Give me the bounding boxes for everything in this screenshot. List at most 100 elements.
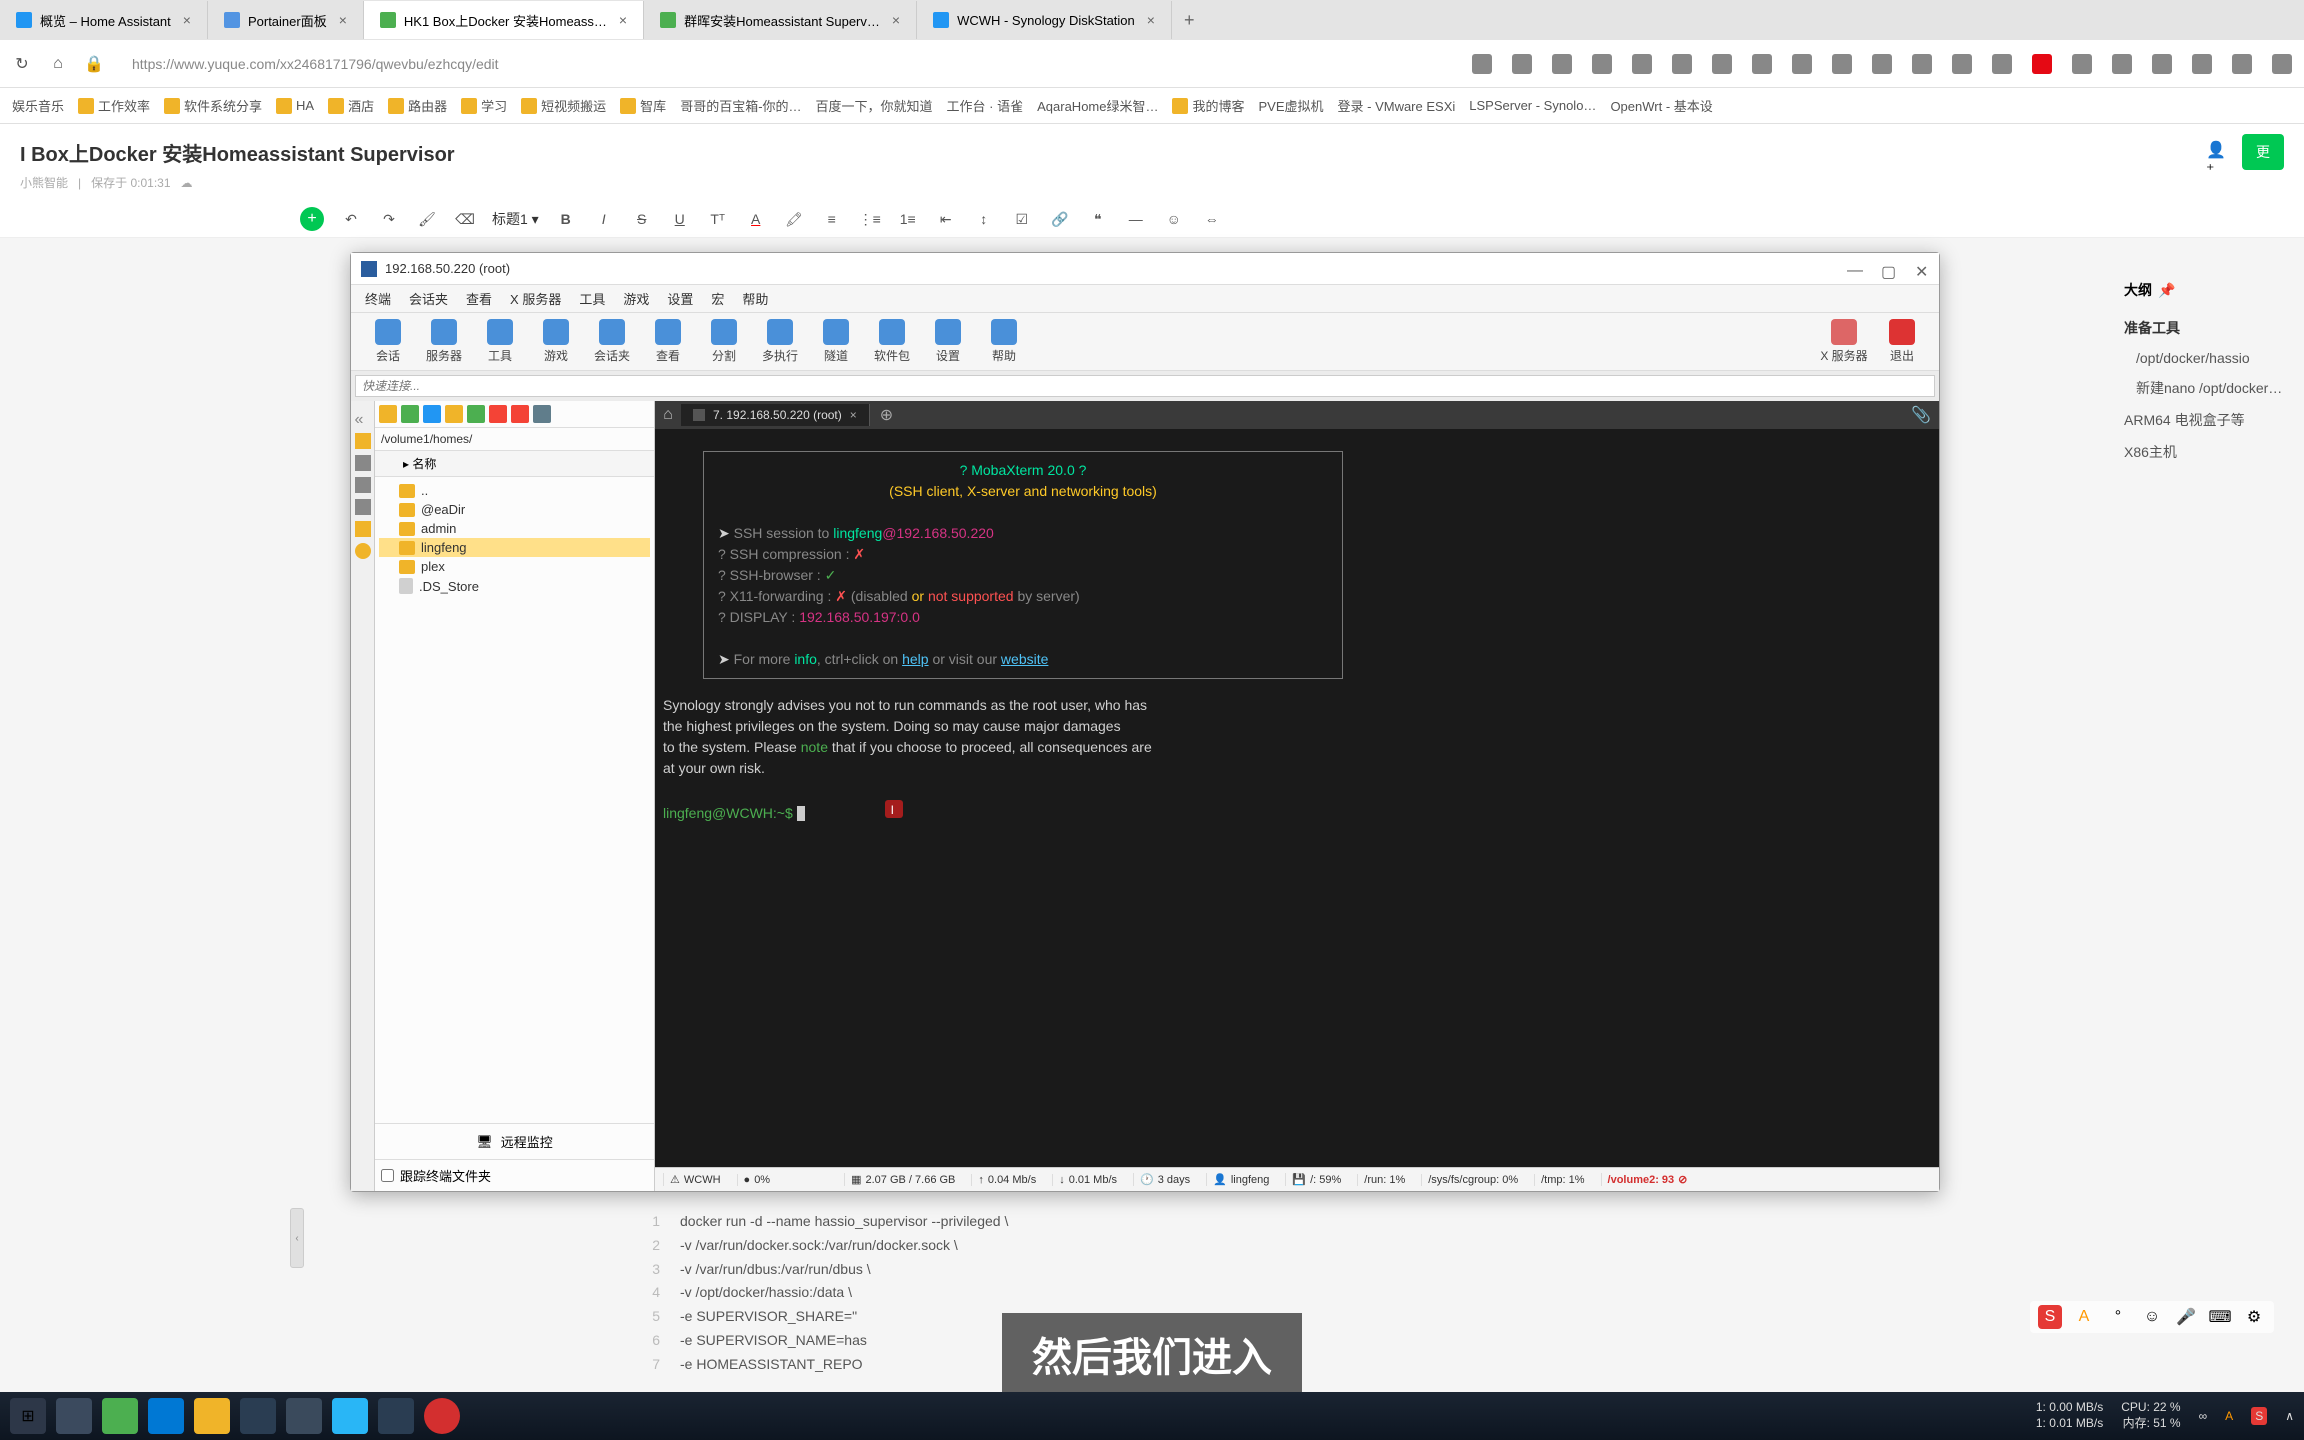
hr-button[interactable]: — — [1125, 208, 1147, 230]
extension-icon[interactable] — [1832, 54, 1852, 74]
ime-keyboard-icon[interactable]: ⌨ — [2208, 1305, 2232, 1329]
minimize-button[interactable]: — — [1847, 262, 1861, 276]
name-column-header[interactable]: ▸ 名称 — [375, 451, 654, 477]
browser-tab-active[interactable]: HK1 Box上Docker 安装Homeass…× — [364, 1, 644, 39]
bookmark-item[interactable]: 酒店 — [328, 96, 374, 115]
remote-monitoring-button[interactable]: 🖥 远程监控 — [375, 1123, 654, 1159]
follow-terminal-checkbox[interactable]: 跟踪终端文件夹 — [375, 1159, 654, 1191]
extension-icon[interactable] — [1472, 54, 1492, 74]
menu-terminal[interactable]: 终端 — [365, 289, 391, 308]
extension-icon[interactable] — [1872, 54, 1892, 74]
pin-icon[interactable]: 📎 — [1903, 405, 1939, 425]
browser-tab[interactable]: 群晖安装Homeassistant Superv…× — [644, 1, 917, 39]
extension-icon[interactable] — [1712, 54, 1732, 74]
ime-logo-icon[interactable]: S — [2038, 1305, 2062, 1329]
browser-tab[interactable]: 概览 – Home Assistant× — [0, 1, 208, 39]
taskbar-app[interactable] — [378, 1398, 414, 1434]
extension-icon[interactable] — [1752, 54, 1772, 74]
menu-help[interactable]: 帮助 — [742, 289, 768, 308]
extension-icon[interactable] — [1912, 54, 1932, 74]
font-size-button[interactable]: Tᵀ — [707, 208, 729, 230]
tool-games[interactable]: 游戏 — [531, 319, 581, 364]
menu-sessions[interactable]: 会话夹 — [409, 289, 448, 308]
tool-exit[interactable]: 退出 — [1877, 319, 1927, 364]
sftp-path[interactable]: /volume1/homes/ — [375, 428, 654, 451]
sessions-tab-icon[interactable] — [355, 499, 371, 515]
width-button[interactable]: ⇔ — [1201, 208, 1223, 230]
tool-tunneling[interactable]: 隧道 — [811, 319, 861, 364]
menu-xserver[interactable]: X 服务器 — [510, 289, 561, 308]
tool-session[interactable]: 会话 — [363, 319, 413, 364]
delete-icon[interactable] — [489, 405, 507, 423]
taskbar-app[interactable] — [102, 1398, 138, 1434]
update-button[interactable]: 更 — [2242, 134, 2284, 170]
close-icon[interactable]: × — [892, 12, 900, 28]
help-link[interactable]: help — [902, 651, 928, 667]
font-color-button[interactable]: A — [745, 208, 767, 230]
bookmark-item[interactable]: 娱乐音乐 — [12, 96, 64, 115]
link-button[interactable]: 🔗 — [1049, 208, 1071, 230]
extension-icon[interactable] — [2152, 54, 2172, 74]
tray-lang-icon[interactable]: A — [2225, 1409, 2233, 1423]
extension-icon[interactable] — [2272, 54, 2292, 74]
menu-macros[interactable]: 宏 — [711, 289, 724, 308]
bookmark-item[interactable]: 登录 - VMware ESXi — [1338, 96, 1456, 115]
refresh-icon[interactable] — [423, 405, 441, 423]
close-button[interactable]: ✕ — [1915, 262, 1929, 276]
extension-icon[interactable] — [1592, 54, 1612, 74]
tray-chevron-icon[interactable]: ∧ — [2285, 1409, 2294, 1423]
taskbar-app-telegram[interactable] — [332, 1398, 368, 1434]
extension-icon[interactable] — [2192, 54, 2212, 74]
tool-servers[interactable]: 服务器 — [419, 319, 469, 364]
ime-emoji-icon[interactable]: ☺ — [2140, 1305, 2164, 1329]
close-icon[interactable]: × — [1147, 12, 1155, 28]
taskbar-app-edge[interactable] — [148, 1398, 184, 1434]
tool-multiexec[interactable]: 多执行 — [755, 319, 805, 364]
new-file-icon[interactable] — [467, 405, 485, 423]
outline-item[interactable]: 准备工具 — [2124, 312, 2284, 344]
taskbar-app[interactable] — [56, 1398, 92, 1434]
outline-item[interactable]: /opt/docker/hassio — [2124, 344, 2284, 372]
tools-tab-icon[interactable] — [355, 455, 371, 471]
tree-row-up[interactable]: .. — [379, 481, 650, 500]
redo-button[interactable]: ↷ — [378, 208, 400, 230]
menu-games[interactable]: 游戏 — [623, 289, 649, 308]
italic-button[interactable]: I — [593, 208, 615, 230]
collapse-handle[interactable]: ‹ — [290, 1208, 304, 1268]
emoji-button[interactable]: ☺ — [1163, 208, 1185, 230]
ime-settings-icon[interactable]: ⚙ — [2242, 1305, 2266, 1329]
ime-lang-icon[interactable]: A — [2072, 1305, 2096, 1329]
heading-select[interactable]: 标题1 ▾ — [492, 209, 539, 229]
bookmark-item[interactable]: HA — [276, 98, 314, 114]
bookmark-item[interactable]: 百度一下，你就知道 — [816, 96, 933, 115]
bookmark-item[interactable]: 学习 — [461, 96, 507, 115]
number-list-button[interactable]: 1≡ — [897, 208, 919, 230]
collapse-icon[interactable]: « — [355, 411, 371, 427]
new-tab-button[interactable]: + — [1172, 10, 1207, 31]
extension-icon[interactable] — [1792, 54, 1812, 74]
extension-icon[interactable] — [1552, 54, 1572, 74]
sftp-tab-icon[interactable] — [355, 433, 371, 449]
format-painter-button[interactable]: 🖌 — [416, 208, 438, 230]
close-icon[interactable]: × — [850, 408, 857, 422]
taskbar-app[interactable] — [286, 1398, 322, 1434]
maximize-button[interactable]: ▢ — [1881, 262, 1895, 276]
taskbar-app-explorer[interactable] — [194, 1398, 230, 1434]
tool-settings[interactable]: 设置 — [923, 319, 973, 364]
add-terminal-tab[interactable]: ⊕ — [870, 405, 903, 425]
macros-tab-icon[interactable] — [355, 477, 371, 493]
menu-tools[interactable]: 工具 — [579, 289, 605, 308]
extension-icon[interactable] — [2232, 54, 2252, 74]
indent-button[interactable]: ⇤ — [935, 208, 957, 230]
menu-view[interactable]: 查看 — [466, 289, 492, 308]
properties-icon[interactable] — [511, 405, 529, 423]
add-button[interactable]: + — [300, 207, 324, 231]
extension-icon[interactable] — [2072, 54, 2092, 74]
extension-icon[interactable] — [1992, 54, 2012, 74]
bookmark-item[interactable]: 智库 — [620, 96, 666, 115]
upload-icon[interactable] — [401, 405, 419, 423]
extension-icon[interactable] — [1952, 54, 1972, 74]
tree-row[interactable]: @eaDir — [379, 500, 650, 519]
extension-icon[interactable] — [1632, 54, 1652, 74]
extension-icon[interactable] — [2032, 54, 2052, 74]
